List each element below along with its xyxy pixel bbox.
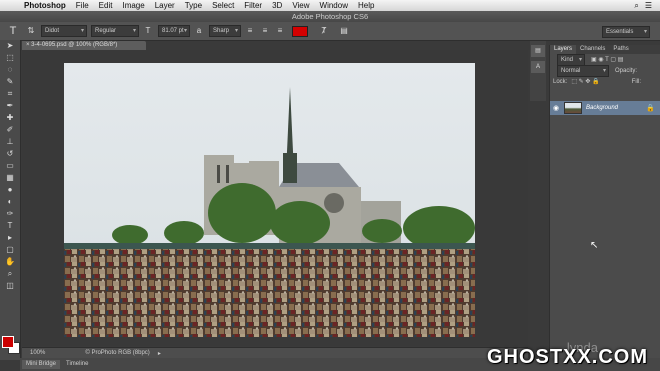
lock-row: Lock: ⬚ ✎ ✥ 🔒 Fill: (550, 76, 660, 87)
blur-tool-icon[interactable]: ● (0, 184, 20, 196)
crop-tool-icon[interactable]: ⌗ (0, 88, 20, 100)
status-arrow-icon[interactable]: ▸ (158, 350, 161, 357)
layer-name: Background (586, 105, 619, 111)
gradient-tool-icon[interactable]: ▦ (0, 172, 20, 184)
orientation-icon[interactable]: ⇅ (25, 25, 37, 37)
spotlight-icon[interactable]: ⌕ (634, 1, 638, 11)
character-panel-icon[interactable]: ▤ (338, 25, 350, 37)
marquee-tool-icon[interactable]: ⬚ (0, 52, 20, 64)
filter-icons[interactable]: ▣ ◉ T ▢ ▤ (591, 56, 623, 63)
font-size-select[interactable]: 81.07 pt (158, 25, 190, 37)
fill-label: Fill: (631, 78, 641, 85)
options-bar: T ⇅ Didot Regular T 81.07 pt a Sharp ≡ ≡… (0, 22, 660, 41)
window-title: Adobe Photoshop CS6 (0, 11, 660, 22)
color-profile[interactable]: © ProPhoto RGB (8bpc) (85, 350, 149, 356)
align-center-icon[interactable]: ≡ (259, 25, 271, 37)
menu-filter[interactable]: Filter (244, 1, 262, 10)
antialias-select[interactable]: Sharp (209, 25, 241, 37)
shape-tool-icon[interactable]: ▢ (0, 244, 20, 256)
list-icon[interactable]: ☰ (645, 1, 652, 11)
mouse-cursor-icon: ↖ (590, 240, 599, 251)
tab-timeline[interactable]: Timeline (62, 360, 92, 369)
tab-paths[interactable]: Paths (609, 45, 632, 54)
blend-mode-select[interactable]: Normal (557, 64, 609, 77)
healing-tool-icon[interactable]: ✚ (0, 112, 20, 124)
lasso-tool-icon[interactable]: ◌ (0, 64, 20, 76)
text-color-swatch[interactable] (292, 25, 308, 37)
panel-dock: ▤ A (530, 41, 546, 101)
opacity-label: Opacity: (615, 67, 638, 74)
quick-select-tool-icon[interactable]: ✎ (0, 76, 20, 88)
stamp-tool-icon[interactable]: ⊥ (0, 136, 20, 148)
menu-select[interactable]: Select (212, 1, 234, 10)
menu-type[interactable]: Type (185, 1, 202, 10)
menu-window[interactable]: Window (320, 1, 348, 10)
move-tool-icon[interactable]: ➤ (0, 40, 20, 52)
ghostxx-watermark: GHOSTXX.COM (486, 346, 648, 368)
filter-row: Kind ▣ ◉ T ▢ ▤ (550, 53, 660, 66)
font-style-select[interactable]: Regular (91, 25, 139, 37)
align-right-icon[interactable]: ≡ (274, 25, 286, 37)
type-tool-icon[interactable]: T (4, 25, 22, 37)
history-panel-icon[interactable]: ▤ (531, 45, 545, 57)
layers-panel: Layers Channels Paths Kind ▣ ◉ T ▢ ▤ Nor… (549, 45, 660, 358)
path-select-tool-icon[interactable]: ▸ (0, 232, 20, 244)
history-brush-tool-icon[interactable]: ↺ (0, 148, 20, 160)
workspace-select[interactable]: Essentials (602, 26, 650, 38)
menu-view[interactable]: View (292, 1, 309, 10)
menu-extras: ⌕ ☰ (634, 1, 652, 11)
menu-app[interactable]: Photoshop (24, 1, 66, 10)
color-swatches[interactable] (2, 336, 20, 354)
menu-3d[interactable]: 3D (272, 1, 282, 10)
menu-file[interactable]: File (76, 1, 89, 10)
menu-image[interactable]: Image (122, 1, 144, 10)
font-family-select[interactable]: Didot (41, 25, 87, 37)
image-canvas[interactable] (64, 63, 475, 337)
status-bar: 100% © ProPhoto RGB (8bpc) ▸ (22, 347, 528, 358)
tools-panel: ➤ ⬚ ◌ ✎ ⌗ ✒ ✚ ✐ ⊥ ↺ ▭ ▦ ● ◐ ✑ T ▸ ▢ ✋ ⌕ … (0, 40, 21, 360)
quick-mask-icon[interactable]: ◫ (0, 280, 20, 292)
lock-label: Lock: (553, 78, 568, 85)
document-tab-label: 3-4-0695.psd @ 100% (RGB/8*) (31, 42, 118, 48)
font-size-icon: T (145, 26, 151, 35)
align-left-icon[interactable]: ≡ (244, 25, 256, 37)
document-tab[interactable]: × 3-4-0695.psd @ 100% (RGB/8*) (22, 41, 146, 50)
lock-icons[interactable]: ⬚ ✎ ✥ 🔒 (571, 78, 599, 85)
menu-edit[interactable]: Edit (99, 1, 113, 10)
brush-tool-icon[interactable]: ✐ (0, 124, 20, 136)
type-tool-panel-icon[interactable]: T (0, 220, 20, 232)
notre-dame-photo (64, 63, 475, 337)
antialias-icon: a (196, 26, 202, 35)
zoom-tool-icon[interactable]: ⌕ (0, 268, 20, 280)
zoom-level[interactable]: 100% (30, 350, 45, 356)
pen-tool-icon[interactable]: ✑ (0, 208, 20, 220)
dodge-tool-icon[interactable]: ◐ (0, 196, 20, 208)
foreground-color[interactable] (2, 336, 14, 348)
layer-thumbnail (564, 102, 582, 114)
character-panel-dock-icon[interactable]: A (531, 61, 545, 73)
lock-icon: 🔒 (646, 105, 655, 112)
tab-mini-bridge[interactable]: Mini Bridge (22, 360, 61, 369)
eyedropper-tool-icon[interactable]: ✒ (0, 100, 20, 112)
menu-help[interactable]: Help (358, 1, 374, 10)
layer-background[interactable]: ◉ Background 🔒 (550, 101, 660, 115)
menu-layer[interactable]: Layer (155, 1, 175, 10)
warp-text-icon[interactable]: Ⱦ (318, 25, 330, 37)
blend-row: Normal Opacity: (550, 64, 660, 77)
hand-tool-icon[interactable]: ✋ (0, 256, 20, 268)
eye-icon[interactable]: ◉ (550, 104, 562, 112)
eraser-tool-icon[interactable]: ▭ (0, 160, 20, 172)
